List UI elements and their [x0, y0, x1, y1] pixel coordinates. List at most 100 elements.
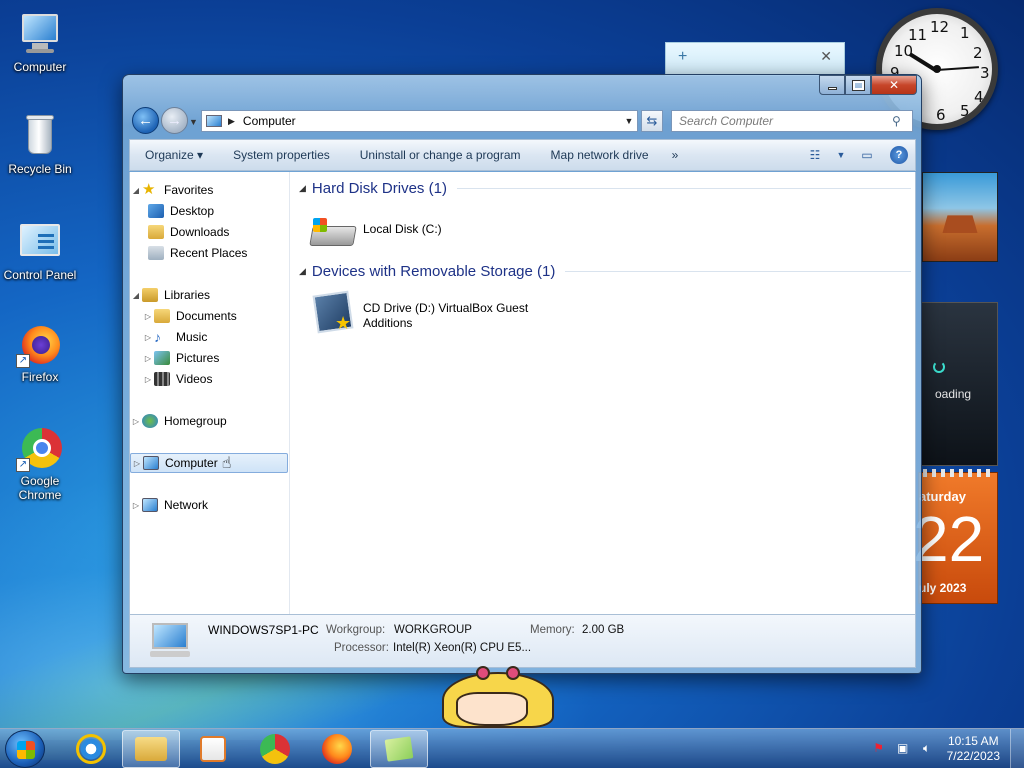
nav-item-videos[interactable]: ▷ Videos	[130, 369, 288, 389]
explorer-window[interactable]: ✕ ← → ▼ ▶ Computer ▼ ⇆ Search Computer ⚲…	[122, 74, 922, 674]
uninstall-program-button[interactable]: Uninstall or change a program	[345, 148, 536, 162]
taskbar-internet-explorer[interactable]	[62, 730, 120, 768]
more-commands-button[interactable]: »	[664, 148, 687, 162]
taskbar-media-player[interactable]	[184, 730, 242, 768]
group-collapse-arrow-icon[interactable]: ◢	[299, 266, 306, 277]
desktop-icon-control-panel[interactable]: Control Panel	[0, 218, 80, 282]
system-properties-button[interactable]: System properties	[218, 148, 345, 162]
nav-item-computer[interactable]: ▷ Computer ☝	[130, 453, 288, 473]
processor-label: Processor:	[334, 642, 389, 654]
drive-cd-d[interactable]: ★ CD Drive (D:) VirtualBox Guest Additio…	[309, 290, 533, 334]
group-title: Hard Disk Drives (1)	[311, 180, 447, 197]
nav-item-homegroup[interactable]: ▷ Homegroup	[130, 411, 288, 431]
desktop-icon-recycle-bin[interactable]: Recycle Bin	[0, 112, 80, 176]
address-dropdown-icon[interactable]: ▼	[621, 116, 637, 126]
group-header-hard-disk-drives[interactable]: ◢ Hard Disk Drives (1)	[299, 180, 911, 197]
collapse-arrow-icon[interactable]: ▷	[130, 501, 142, 510]
map-network-drive-button[interactable]: Map network drive	[536, 148, 664, 162]
nav-item-favorites[interactable]: ◢ ★ Favorites	[130, 180, 288, 200]
firefox-icon	[322, 734, 352, 764]
taskbar-google-chrome[interactable]	[246, 730, 304, 768]
show-desktop-button[interactable]	[1010, 729, 1024, 768]
downloads-folder-icon	[148, 225, 164, 239]
network-status-icon[interactable]: ▣	[894, 741, 912, 757]
slideshow-gadget[interactable]	[922, 172, 998, 262]
add-note-icon[interactable]: +	[678, 48, 687, 66]
navigation-pane[interactable]: ◢ ★ Favorites Desktop Downloads Recent P…	[130, 172, 290, 614]
nav-item-downloads[interactable]: Downloads	[130, 222, 288, 242]
taskbar-firefox[interactable]	[308, 730, 366, 768]
breadcrumb-separator-icon[interactable]: ▶	[228, 116, 235, 127]
back-button[interactable]: ←	[132, 107, 159, 134]
view-options-dropdown-icon[interactable]: ▼	[836, 145, 846, 165]
main-pane[interactable]: ◢ Hard Disk Drives (1) Local Disk (C:) ◢…	[291, 172, 916, 614]
taskbar-windows-explorer[interactable]	[122, 730, 180, 768]
firefox-icon: ↗	[16, 320, 64, 368]
close-button[interactable]: ✕	[871, 75, 917, 95]
sticky-notes-icon	[384, 736, 414, 762]
expand-arrow-icon[interactable]: ◢	[130, 291, 142, 300]
sticky-note-gadget[interactable]: + ✕	[665, 42, 845, 76]
group-title: Devices with Removable Storage (1)	[311, 263, 556, 280]
desktop-icon-google-chrome[interactable]: ↗ Google Chrome	[0, 424, 80, 502]
search-icon[interactable]: ⚲	[892, 114, 912, 128]
collapse-arrow-icon[interactable]: ▷	[142, 375, 154, 384]
cartoon-sticker	[442, 666, 554, 728]
collapse-arrow-icon[interactable]: ▷	[131, 459, 143, 468]
clock-number: 3	[980, 64, 990, 82]
music-note-icon: ♪	[154, 329, 161, 345]
recent-pages-dropdown-icon[interactable]: ▼	[189, 117, 198, 127]
volume-icon[interactable]: 🔈︎	[918, 741, 936, 757]
nav-item-label: Downloads	[170, 225, 230, 239]
group-collapse-arrow-icon[interactable]: ◢	[299, 183, 306, 194]
search-box[interactable]: Search Computer ⚲	[671, 110, 913, 132]
group-header-removable-storage[interactable]: ◢ Devices with Removable Storage (1)	[299, 263, 911, 280]
drive-local-disk-c[interactable]: Local Disk (C:)	[309, 216, 533, 252]
nav-item-documents[interactable]: ▷ Documents	[130, 306, 288, 326]
desktop-icon-label: Computer	[13, 60, 67, 74]
expand-arrow-icon[interactable]: ◢	[130, 186, 142, 195]
address-location[interactable]: Computer	[243, 114, 621, 128]
refresh-button[interactable]: ⇆	[641, 110, 663, 132]
change-view-icon[interactable]: ☷	[804, 145, 826, 165]
collapse-arrow-icon[interactable]: ▷	[142, 354, 154, 363]
desktop-icon-firefox[interactable]: ↗ Firefox	[0, 320, 80, 384]
desktop-icon-label: Google Chrome	[18, 474, 62, 502]
computer-icon	[16, 10, 64, 58]
help-button[interactable]: ?	[888, 145, 910, 165]
media-player-icon	[200, 736, 226, 762]
tray-date: 7/22/2023	[946, 749, 1000, 763]
minimize-icon	[827, 86, 837, 90]
collapse-arrow-icon[interactable]: ▷	[130, 417, 142, 426]
search-placeholder[interactable]: Search Computer	[672, 114, 892, 128]
virtualbox-cd-icon: ★	[309, 290, 357, 334]
nav-item-label: Homegroup	[164, 414, 227, 428]
nav-item-label: Desktop	[170, 204, 215, 218]
nav-item-recent-places[interactable]: Recent Places	[130, 243, 288, 263]
forward-button[interactable]: →	[161, 107, 188, 134]
action-center-flag-icon[interactable]: ⚑	[870, 741, 888, 757]
nav-item-music[interactable]: ▷ ♪ Music	[130, 327, 288, 347]
chrome-icon	[260, 734, 290, 764]
minimize-button[interactable]	[819, 75, 845, 95]
organize-menu[interactable]: Organize ▾	[130, 148, 218, 162]
collapse-arrow-icon[interactable]: ▷	[142, 312, 154, 321]
tray-clock[interactable]: 10:15 AM 7/22/2023	[947, 734, 1000, 764]
preview-pane-icon[interactable]: ▭	[856, 145, 878, 165]
maximize-button[interactable]	[845, 75, 871, 95]
calendar-gadget[interactable]: aturday 22 uly 2023	[913, 469, 998, 604]
nav-item-libraries[interactable]: ◢ Libraries	[130, 285, 288, 305]
collapse-arrow-icon[interactable]: ▷	[142, 333, 154, 342]
clock-number: 6	[936, 106, 946, 124]
desktop-icon-computer[interactable]: Computer	[0, 10, 80, 74]
taskbar-sticky-notes[interactable]	[370, 730, 428, 768]
nav-item-desktop[interactable]: Desktop	[130, 201, 288, 221]
nav-item-label: Favorites	[164, 183, 214, 197]
media-gadget[interactable]: oading	[920, 302, 998, 466]
close-icon: ✕	[888, 78, 900, 92]
nav-item-network[interactable]: ▷ Network	[130, 495, 288, 515]
close-note-icon[interactable]: ✕	[820, 48, 832, 65]
address-bar[interactable]: ▶ Computer ▼	[201, 110, 638, 132]
nav-item-pictures[interactable]: ▷ Pictures	[130, 348, 288, 368]
start-button[interactable]	[5, 730, 45, 768]
